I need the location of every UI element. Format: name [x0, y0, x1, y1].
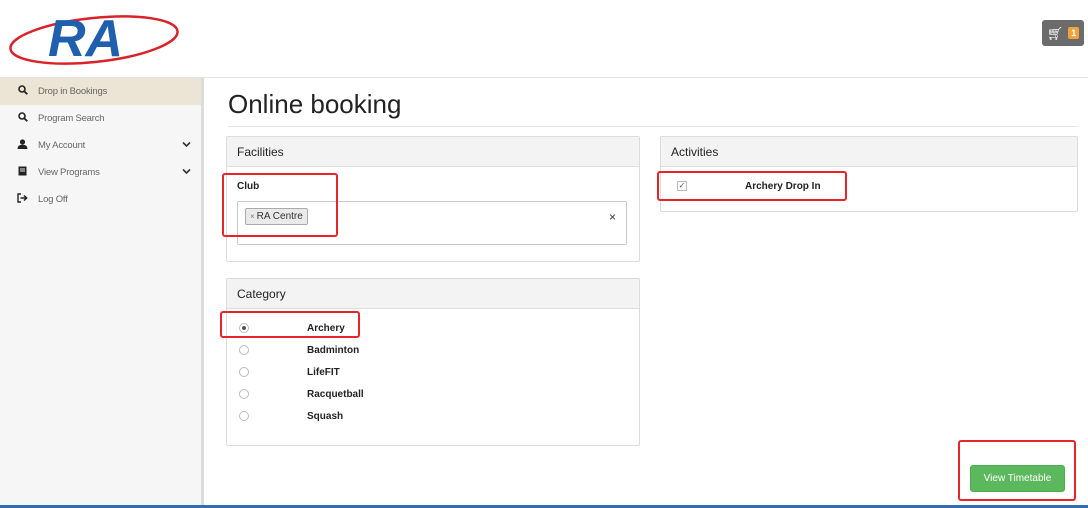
- logout-icon: [16, 193, 29, 206]
- sidebar-item-label: View Programs: [38, 167, 100, 178]
- cart-count-badge: 1: [1068, 27, 1080, 39]
- sidebar-item-label: My Account: [38, 140, 86, 151]
- highlight-box-activity: [657, 171, 847, 201]
- chevron-down-icon[interactable]: [182, 167, 191, 177]
- category-option-lifefit[interactable]: LifeFIT: [239, 361, 340, 383]
- highlight-box-club: [222, 173, 338, 237]
- search-icon: [16, 85, 29, 98]
- highlight-box-archery: [220, 311, 360, 338]
- ra-logo[interactable]: RA: [8, 6, 188, 70]
- radio-button[interactable]: [239, 411, 249, 421]
- category-option-racquetball[interactable]: Racquetball: [239, 383, 364, 405]
- book-icon: [16, 166, 29, 179]
- logo-text: RA: [48, 10, 123, 68]
- chevron-down-icon[interactable]: [182, 140, 191, 150]
- sidebar-item-drop-in-bookings[interactable]: Drop in Bookings: [0, 78, 201, 105]
- radio-label: Squash: [307, 410, 344, 422]
- user-icon: [16, 139, 29, 152]
- sidebar-item-label: Program Search: [38, 113, 105, 124]
- search-icon: [16, 112, 29, 125]
- sidebar-item-label: Drop in Bookings: [38, 86, 108, 97]
- radio-button[interactable]: [239, 367, 249, 377]
- divider: [228, 126, 1078, 127]
- facilities-heading: Facilities: [227, 137, 639, 167]
- sidebar-item-my-account[interactable]: My Account: [0, 132, 201, 159]
- radio-label: Badminton: [307, 344, 360, 356]
- radio-button[interactable]: [239, 389, 249, 399]
- sidebar: Drop in Bookings Program Search My Accou…: [0, 78, 204, 508]
- sidebar-item-program-search[interactable]: Program Search: [0, 105, 201, 132]
- page-title: Online booking: [228, 89, 402, 119]
- radio-label: Racquetball: [307, 388, 364, 400]
- category-panel: Category Archery Badminton LifeFIT Racqu…: [226, 278, 640, 446]
- cart-button[interactable]: 🛒︎ 1: [1042, 20, 1084, 46]
- category-heading: Category: [227, 279, 639, 309]
- cart-icon: 🛒︎: [1046, 25, 1064, 41]
- sidebar-item-log-off[interactable]: Log Off: [0, 186, 201, 213]
- highlight-box-view-button: [958, 440, 1076, 501]
- header: RA 🛒︎ 1: [0, 0, 1088, 78]
- radio-button[interactable]: [239, 345, 249, 355]
- sidebar-item-label: Log Off: [38, 194, 68, 205]
- category-option-squash[interactable]: Squash: [239, 405, 343, 427]
- radio-label: LifeFIT: [307, 366, 340, 378]
- clear-icon[interactable]: ×: [609, 210, 616, 224]
- activities-heading: Activities: [661, 137, 1077, 167]
- sidebar-item-view-programs[interactable]: View Programs: [0, 159, 201, 186]
- category-option-badminton[interactable]: Badminton: [239, 339, 359, 361]
